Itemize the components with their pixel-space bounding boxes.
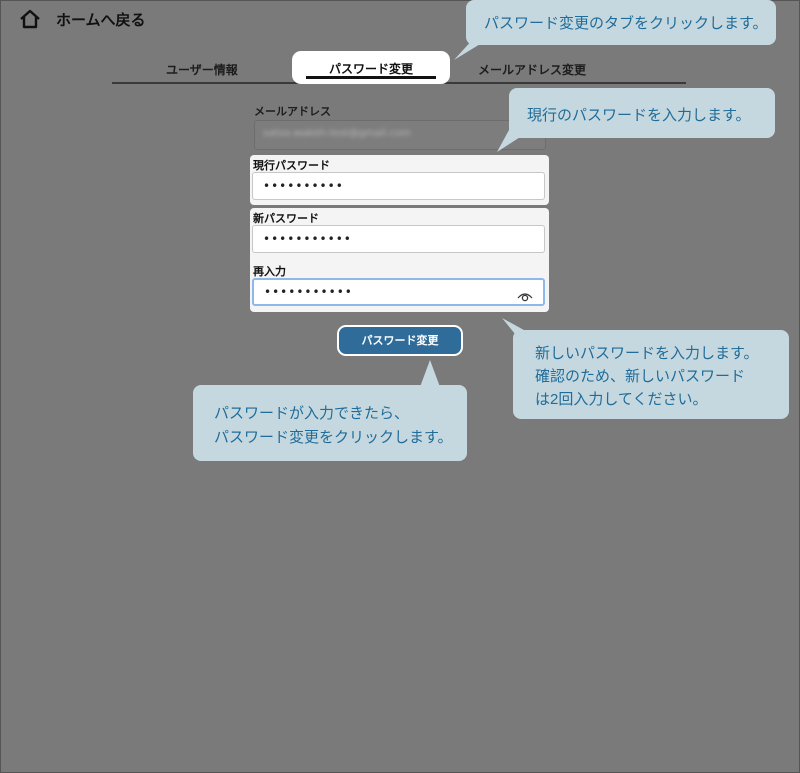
new-password-input[interactable]: ••••••••••• — [252, 225, 545, 253]
callout-submit-line: パスワードが入力できたら、 — [214, 405, 410, 422]
current-password-input[interactable]: •••••••••• — [252, 172, 545, 200]
callout-new-line: 確認のため、新しいパスワード — [535, 368, 746, 385]
callout-submit-line: パスワード変更をクリックします。 — [214, 429, 453, 446]
confirm-password-label: 再入力 — [253, 265, 286, 278]
tab-user-info[interactable]: ユーザー情報 — [166, 61, 238, 78]
callout-new-password: 新しいパスワードを入力します。 確認のため、新しいパスワード は2回入力してくだ… — [513, 330, 789, 419]
email-label: メールアドレス — [254, 105, 331, 118]
tab-password-change-label: パスワード変更 — [328, 62, 413, 76]
callout-tab-text: パスワード変更のタブをクリックします。 — [484, 15, 768, 32]
callout-submit-tail — [420, 360, 440, 387]
confirm-password-input[interactable]: ••••••••••• — [252, 278, 545, 306]
confirm-password-value: ••••••••••• — [264, 285, 353, 299]
callout-tab: パスワード変更のタブをクリックします。 — [466, 0, 776, 45]
tab-email-change[interactable]: メールアドレス変更 — [478, 61, 586, 78]
new-password-card: 新パスワード ••••••••••• 再入力 ••••••••••• — [250, 208, 549, 312]
eye-icon[interactable] — [517, 287, 533, 302]
callout-submit: パスワードが入力できたら、 パスワード変更をクリックします。 — [193, 385, 467, 461]
tab-bar: ユーザー情報 パスワード変更 メールアドレス変更 — [112, 51, 686, 84]
home-link[interactable]: ホームへ戻る — [56, 9, 146, 30]
password-change-button[interactable]: パスワード変更 — [337, 325, 463, 356]
current-password-card: 現行パスワード •••••••••• — [250, 155, 549, 205]
home-icon[interactable] — [19, 9, 41, 29]
callout-new-line: は2回入力してください。 — [535, 391, 708, 408]
active-tab-underline — [306, 76, 436, 79]
tab-password-change[interactable]: パスワード変更 — [292, 51, 450, 84]
current-password-label: 現行パスワード — [253, 159, 330, 172]
email-value: satoo.wakeh-test@gmail.com — [263, 128, 411, 139]
callout-current-password: 現行のパスワードを入力します。 — [509, 88, 775, 138]
callout-new-line: 新しいパスワードを入力します。 — [535, 345, 759, 362]
new-password-label: 新パスワード — [253, 212, 319, 225]
callout-current-text: 現行のパスワードを入力します。 — [527, 107, 751, 124]
